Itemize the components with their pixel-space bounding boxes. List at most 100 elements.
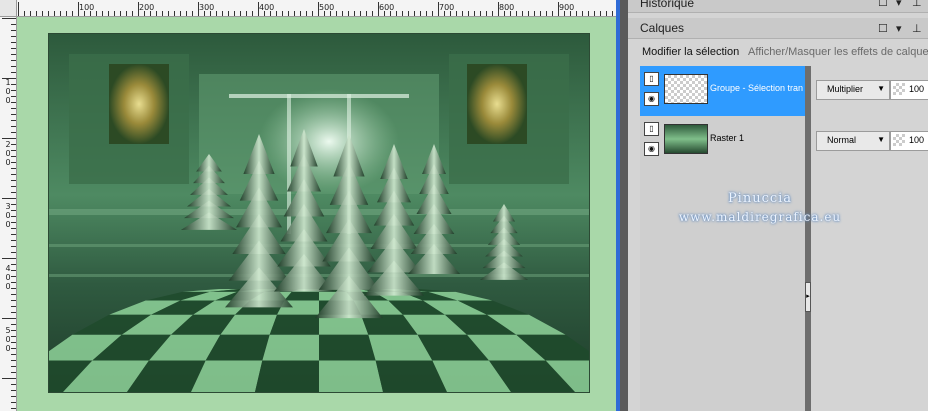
panel-divider[interactable]	[620, 0, 628, 411]
ruler-tick	[11, 294, 16, 295]
ruler-tick	[11, 366, 16, 367]
ruler-tick	[396, 11, 397, 16]
ruler-tick	[474, 11, 475, 16]
dropdown-arrow-icon: ▼	[877, 84, 885, 93]
ruler-tick	[11, 66, 16, 67]
opacity-field[interactable]: 100	[890, 80, 928, 100]
ruler-tick	[48, 11, 49, 16]
watermark-author: Pinuccia	[727, 191, 793, 206]
ruler-tick	[516, 11, 517, 16]
ruler-tick	[252, 11, 253, 16]
ruler-left-label: 5 0 0	[5, 326, 11, 353]
ruler-top-label: 900	[559, 3, 575, 12]
ruler-tick	[294, 11, 295, 16]
ruler-tick	[312, 11, 313, 16]
history-panel-header[interactable]: Historique ☐ ▾ ⊥	[628, 0, 928, 13]
ruler-tick	[18, 2, 19, 16]
ruler-tick	[468, 11, 469, 16]
ruler-tick	[11, 234, 16, 235]
ruler-tick	[276, 11, 277, 16]
ruler-tick	[11, 246, 16, 247]
ruler-tick	[120, 11, 121, 16]
ruler-tick	[240, 11, 241, 16]
ruler-tick	[2, 378, 16, 379]
ruler-tick	[54, 11, 55, 16]
blend-mode-select[interactable]: Multiplier ▼	[816, 80, 890, 100]
ruler-tick	[582, 11, 583, 16]
ruler-tick	[576, 11, 577, 16]
watermark: Pinuccia www.maldiregrafica.eu	[660, 190, 860, 226]
menu-arrow-icon[interactable]: ▾	[896, 22, 902, 35]
ruler-tick	[180, 11, 181, 16]
ruler-tick	[11, 120, 16, 121]
ruler-top-label: 800	[499, 3, 515, 12]
ruler-tick	[492, 11, 493, 16]
layer-type-icon[interactable]: ▯	[644, 122, 659, 136]
maximize-icon[interactable]: ☐	[878, 22, 888, 35]
ruler-tick	[11, 168, 16, 169]
blend-mode-select[interactable]: Normal ▼	[816, 131, 890, 151]
layers-panel-header[interactable]: Calques ☐ ▾ ⊥	[628, 18, 928, 39]
pin-icon[interactable]: ⊥	[912, 0, 922, 9]
ruler-tick	[420, 11, 421, 16]
ruler-tick	[486, 11, 487, 16]
toggle-layer-effects-button[interactable]: Afficher/Masquer les effets de calque	[748, 46, 928, 58]
ruler-tick	[11, 174, 16, 175]
ruler-tick	[594, 11, 595, 16]
layer-group-icon[interactable]: ▯	[644, 72, 659, 86]
opacity-value: 100	[909, 135, 925, 145]
ruler-tick	[132, 11, 133, 16]
ruler-tick	[11, 186, 16, 187]
ruler-tick	[11, 360, 16, 361]
watermark-site: www.maldiregrafica.eu	[678, 210, 842, 224]
ruler-top-label: 500	[319, 3, 335, 12]
ruler-tick	[11, 30, 16, 31]
ruler-top-label: 400	[259, 3, 275, 12]
layer-name: Groupe - Sélection tran	[710, 83, 804, 93]
eye-icon[interactable]: ◉	[644, 142, 659, 156]
ruler-tick	[66, 11, 67, 16]
modify-selection-button[interactable]: Modifier la sélection	[642, 46, 739, 58]
floor-tile	[269, 314, 319, 335]
splitter-handle[interactable]: ▸	[805, 282, 811, 312]
artwork-image[interactable]	[48, 33, 590, 393]
ruler-tick	[126, 11, 127, 16]
ruler-tick	[11, 108, 16, 109]
floor-tile	[255, 360, 319, 392]
ruler-tick	[30, 11, 31, 16]
layers-title: Calques	[640, 21, 685, 35]
ruler-tick	[162, 11, 163, 16]
ruler-tick	[528, 11, 529, 16]
menu-arrow-icon[interactable]: ▾	[896, 0, 902, 9]
opacity-checker-icon	[893, 83, 905, 95]
ruler-tick	[11, 180, 16, 181]
ruler-tick	[402, 11, 403, 16]
blend-mode-value: Multiplier	[827, 84, 864, 94]
ruler-tick	[11, 252, 16, 253]
ruler-tick	[192, 11, 193, 16]
ruler-tick	[216, 11, 217, 16]
ruler-tick	[36, 11, 37, 16]
ruler-tick	[186, 11, 187, 16]
layer-row-raster[interactable]: ▯ ◉ Raster 1	[640, 116, 805, 166]
ruler-tick	[11, 192, 16, 193]
ruler-tick	[102, 11, 103, 16]
maximize-icon[interactable]: ☐	[878, 0, 888, 9]
ruler-tick	[11, 384, 16, 385]
ruler-tick	[432, 11, 433, 16]
ruler-tick	[228, 11, 229, 16]
ruler-tick	[168, 11, 169, 16]
eye-icon[interactable]: ◉	[644, 92, 659, 106]
layer-row-group[interactable]: ▯ ◉ Groupe - Sélection tran	[640, 66, 805, 116]
ruler-tick	[606, 11, 607, 16]
ruler-tick	[11, 114, 16, 115]
opacity-field[interactable]: 100	[890, 131, 928, 151]
pin-icon[interactable]: ⊥	[912, 22, 922, 35]
ruler-tick	[372, 11, 373, 16]
layers-splitter[interactable]	[805, 66, 811, 411]
ruler-top-label: 700	[439, 3, 455, 12]
ruler-tick	[354, 11, 355, 16]
ruler-tick	[2, 258, 16, 259]
ruler-tick	[11, 240, 16, 241]
christmas-trees-artwork	[49, 34, 589, 392]
